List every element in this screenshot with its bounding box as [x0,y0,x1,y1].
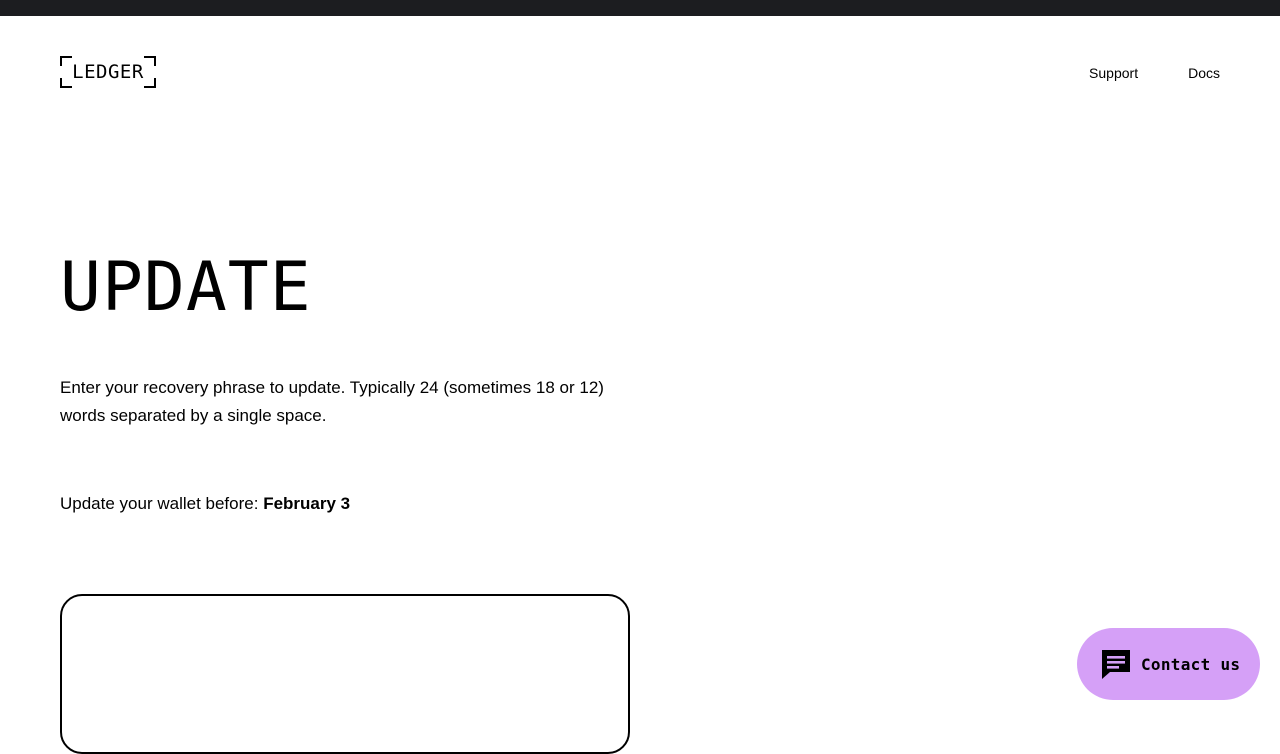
ledger-logo[interactable]: LEDGER [60,56,156,88]
contact-us-label: Contact us [1141,654,1241,674]
top-bar [0,0,1280,16]
contact-us-button[interactable]: Contact us [1077,628,1260,700]
chat-icon [1102,650,1130,679]
deadline-date: February 3 [263,494,351,513]
intro-text: Enter your recovery phrase to update. Ty… [60,378,604,425]
nav-support-link[interactable]: Support [1089,64,1138,82]
deadline-label: Update your wallet before: [60,494,259,513]
page-title: UPDATE [60,248,312,327]
deadline-text: Update your wallet before: February 3 [60,490,350,518]
nav-docs-link[interactable]: Docs [1188,64,1220,82]
logo-text: LEDGER [72,61,144,83]
top-nav: Support Docs [1089,64,1220,82]
recovery-phrase-input[interactable] [60,594,630,754]
